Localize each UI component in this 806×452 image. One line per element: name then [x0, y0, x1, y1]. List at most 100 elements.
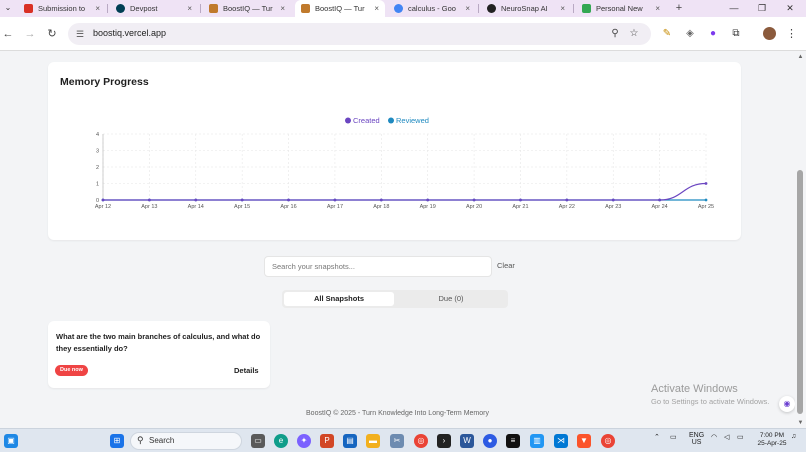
- tab-label: calculus - Goo: [408, 4, 456, 13]
- brave-icon[interactable]: ▼: [577, 434, 591, 448]
- battery-icon[interactable]: ▭: [737, 433, 744, 441]
- widgets-icon[interactable]: ▣: [4, 434, 18, 448]
- powerpoint-icon[interactable]: P: [320, 434, 334, 448]
- legend-marker-reviewed: [388, 117, 394, 124]
- new-tab-button[interactable]: +: [672, 1, 686, 15]
- close-tab-icon[interactable]: ×: [465, 4, 470, 13]
- bookmark-star-icon[interactable]: ☆: [627, 27, 641, 41]
- edge-icon[interactable]: e: [274, 434, 288, 448]
- details-button[interactable]: Details: [234, 366, 259, 375]
- chrome-icon[interactable]: ◎: [414, 434, 428, 448]
- tray-display-icon[interactable]: ▭: [670, 433, 677, 441]
- extension-icon[interactable]: ◈: [683, 27, 697, 41]
- tab-search-icon[interactable]: ⌄: [2, 2, 14, 14]
- pen-extension-icon[interactable]: ✎: [660, 27, 674, 41]
- x-tick-label: Apr 12: [95, 204, 111, 210]
- data-point-reviewed: [704, 198, 708, 202]
- extensions-puzzle-icon[interactable]: ⧉: [729, 27, 743, 41]
- reload-icon[interactable]: ↻: [44, 26, 60, 42]
- data-point-created: [426, 198, 430, 202]
- snapshot-search-input[interactable]: [264, 256, 492, 277]
- vscode-icon[interactable]: ⋊: [554, 434, 568, 448]
- snapshot-card[interactable]: What are the two main branches of calcul…: [48, 321, 270, 388]
- scrollbar-thumb[interactable]: [797, 170, 803, 414]
- search-icon: ⚲: [137, 435, 144, 445]
- site-info-icon[interactable]: ☰: [76, 28, 88, 40]
- store-icon[interactable]: ▤: [343, 434, 357, 448]
- memory-progress-chart: 01234Apr 12 Apr 13 Apr 14 Apr 15 Apr 16 Apr 1…: [95, 116, 714, 210]
- x-tick-label: Apr 20: [466, 204, 482, 210]
- x-tick-label: Apr 15: [234, 204, 250, 210]
- zoom-icon[interactable]: ⚲: [608, 27, 622, 41]
- close-tab-icon[interactable]: ×: [187, 4, 192, 13]
- zoom-app-icon[interactable]: ●: [483, 434, 497, 448]
- minimize-button[interactable]: —: [720, 0, 748, 17]
- x-tick-label: Apr 22: [559, 204, 575, 210]
- personal-icon: [582, 4, 591, 13]
- x-tick-label: Apr 18: [373, 204, 389, 210]
- legend-label-reviewed: Reviewed: [396, 116, 429, 125]
- y-tick-label: 2: [96, 165, 99, 171]
- copilot-icon[interactable]: ✦: [297, 434, 311, 448]
- boostiq-icon: [209, 4, 218, 13]
- browser-tab-personal[interactable]: Personal New ×: [576, 0, 666, 17]
- scroll-down-icon[interactable]: ▼: [796, 419, 805, 427]
- close-tab-icon[interactable]: ×: [95, 4, 100, 13]
- page-footer: BoostIQ © 2025 - Turn Knowledge Into Lon…: [306, 410, 489, 417]
- browser-tab-google[interactable]: calculus - Goo ×: [388, 0, 476, 17]
- notes-app-icon[interactable]: ▥: [530, 434, 544, 448]
- close-tab-icon[interactable]: ×: [560, 4, 565, 13]
- file-explorer-icon[interactable]: ▬: [366, 434, 380, 448]
- tab-label: Submission to: [38, 4, 86, 13]
- copilot-extension-icon[interactable]: ●: [706, 27, 720, 41]
- tab-due[interactable]: Due (0): [396, 292, 506, 306]
- tab-all-snapshots[interactable]: All Snapshots: [284, 292, 394, 306]
- tray-chevron-icon[interactable]: ⌃: [654, 433, 660, 441]
- language-indicator[interactable]: ENG US: [689, 432, 704, 446]
- scroll-up-icon[interactable]: ▲: [796, 53, 805, 61]
- volume-icon[interactable]: ◁: [724, 433, 729, 441]
- browser-toolbar: ← → ↻ ☰ boostiq.vercel.app ⚲ ☆ ✎ ◈ ● ⧉ ⋮: [0, 17, 806, 51]
- browser-tab-neurosnap[interactable]: NeuroSnap AI ×: [481, 0, 571, 17]
- close-tab-icon[interactable]: ×: [655, 4, 660, 13]
- menu-kebab-icon[interactable]: ⋮: [786, 26, 797, 42]
- close-tab-icon[interactable]: ×: [280, 4, 285, 13]
- wifi-icon[interactable]: ◠: [711, 433, 717, 441]
- snipping-tool-icon[interactable]: ✂: [390, 434, 404, 448]
- snapshot-filter-tabs: All Snapshots Due (0): [282, 290, 508, 308]
- legend-label-created: Created: [353, 116, 380, 125]
- system-clock[interactable]: 7:00 PM 25-Apr-25: [756, 432, 788, 448]
- forward-icon[interactable]: →: [22, 26, 38, 42]
- close-window-button[interactable]: ✕: [776, 0, 804, 17]
- chrome-profile-icon[interactable]: ◎: [601, 434, 615, 448]
- url-text[interactable]: boostiq.vercel.app: [93, 28, 166, 38]
- tool-app-icon[interactable]: ≡: [506, 434, 520, 448]
- browser-tab-boostiq-active[interactable]: BoostIQ — Tur ×: [295, 0, 385, 17]
- taskbar-search[interactable]: ⚲ Search: [130, 432, 242, 450]
- x-tick-label: Apr 16: [280, 204, 296, 210]
- task-view-icon[interactable]: ▭: [251, 434, 265, 448]
- notification-bell-icon[interactable]: ♫: [791, 433, 796, 440]
- back-icon[interactable]: ←: [0, 26, 16, 42]
- browser-tab-gmail[interactable]: Submission to ×: [18, 0, 106, 17]
- data-point-created: [658, 198, 662, 202]
- tab-separator: [107, 4, 108, 13]
- data-point-created: [333, 198, 337, 202]
- address-bar[interactable]: ☰ boostiq.vercel.app ⚲ ☆: [68, 23, 651, 45]
- snapshot-question: What are the two main branches of calcul…: [56, 332, 261, 353]
- clear-search-button[interactable]: Clear: [497, 261, 515, 270]
- clock-date: 25-Apr-25: [757, 440, 787, 447]
- tab-separator: [573, 4, 574, 13]
- browser-tab-boostiq[interactable]: BoostIQ — Tur ×: [203, 0, 291, 17]
- activate-windows-title: Activate Windows: [651, 383, 738, 395]
- page-scrollbar[interactable]: ▲ ▼: [795, 52, 806, 428]
- x-tick-label: Apr 13: [141, 204, 157, 210]
- close-tab-icon[interactable]: ×: [374, 4, 379, 13]
- terminal-icon[interactable]: ›: [437, 434, 451, 448]
- word-icon[interactable]: W: [460, 434, 474, 448]
- browser-tab-devpost[interactable]: Devpost ×: [110, 0, 198, 17]
- windows-taskbar: ▣ ⊞ ⚲ Search ▭ e ✦ P ▤ ▬ ✂ ◎ › W ● ≡ ▥ ⋊…: [0, 428, 806, 452]
- profile-avatar[interactable]: [763, 27, 776, 40]
- restore-button[interactable]: ❐: [748, 0, 776, 17]
- start-icon[interactable]: ⊞: [110, 434, 124, 448]
